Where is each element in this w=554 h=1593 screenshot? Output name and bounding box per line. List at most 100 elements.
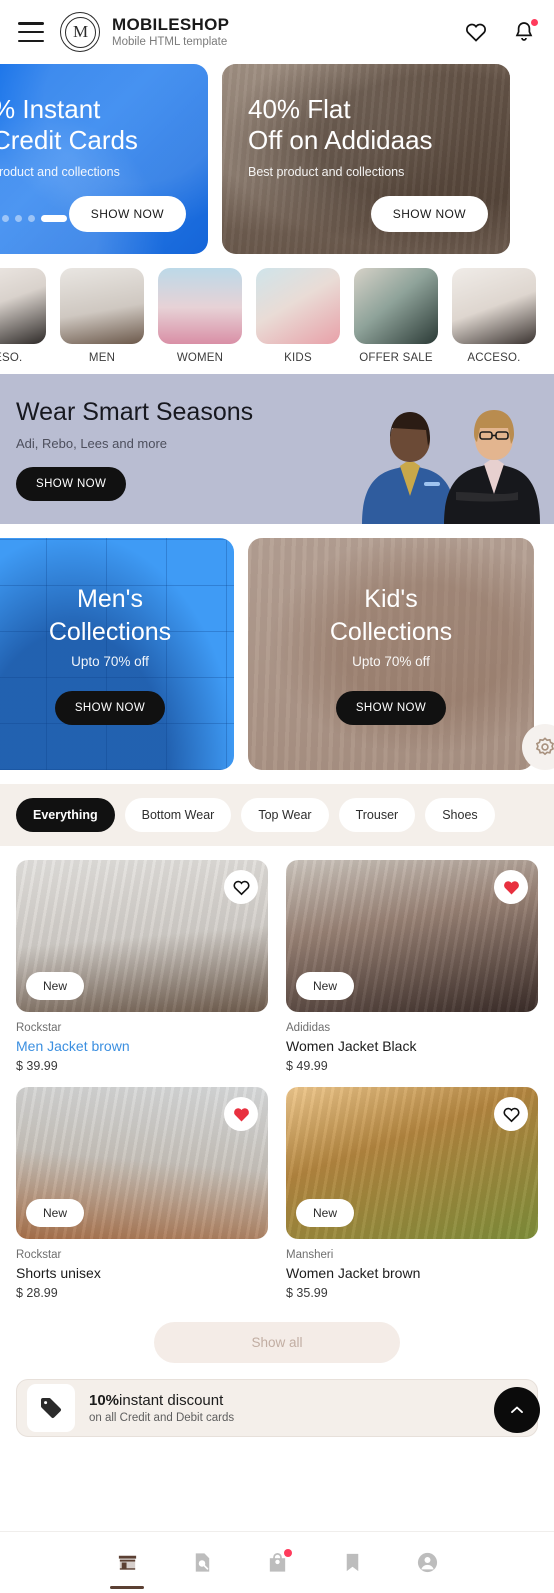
category-item-women[interactable]: WOMEN: [158, 268, 242, 364]
heart-icon[interactable]: [224, 870, 258, 904]
collection-card-kids[interactable]: Kid's Collections Upto 70% off SHOW NOW: [248, 538, 534, 770]
category-item-acceso-left[interactable]: CESO.: [0, 268, 46, 364]
carousel-dots[interactable]: [2, 215, 67, 222]
product-image: New: [286, 1087, 538, 1239]
nav-item-account[interactable]: [416, 1551, 439, 1574]
bottom-navigation: [0, 1531, 554, 1593]
category-strip[interactable]: CESO. MEN WOMEN KIDS OFFER SALE ACCESO.: [0, 254, 554, 374]
nav-item-bookmark[interactable]: [341, 1551, 364, 1574]
category-label: KIDS: [284, 352, 312, 364]
filter-chip-everything[interactable]: Everything: [16, 798, 115, 832]
new-badge: New: [26, 1199, 85, 1227]
collection-show-now-button[interactable]: SHOW NOW: [335, 691, 447, 725]
hero-title-line1: 40% Flat: [248, 94, 351, 124]
nav-item-store[interactable]: [110, 1551, 144, 1589]
product-price: $ 39.99: [16, 1059, 58, 1073]
product-price: $ 28.99: [16, 1286, 58, 1300]
product-name[interactable]: Men Jacket brown: [16, 1038, 268, 1054]
product-grid: New Rockstar Men Jacket brown $ 39.99 Ne…: [0, 846, 554, 1300]
chevron-up-icon[interactable]: [494, 1387, 540, 1433]
product-card[interactable]: New Rockstar Shorts unisex $ 28.99: [16, 1087, 268, 1300]
nav-item-bag[interactable]: [266, 1549, 292, 1574]
collection-title-line2: Collections: [48, 617, 172, 646]
show-all-wrap: Show all: [0, 1300, 554, 1363]
product-card[interactable]: New Adididas Women Jacket Black $ 49.99: [286, 860, 538, 1073]
collection-title-line1: Men's: [77, 585, 143, 613]
category-item-men[interactable]: MEN: [60, 268, 144, 364]
category-thumbnail: [452, 268, 536, 344]
hamburger-menu-icon[interactable]: [18, 22, 44, 42]
collection-title-line1: Kid's: [364, 585, 418, 613]
product-brand: Mansheri: [286, 1249, 334, 1261]
category-item-offer-sale[interactable]: OFFER SALE: [354, 268, 438, 364]
search-doc-icon: [195, 1553, 209, 1572]
promo-wrap: 10%instant discount on all Credit and De…: [0, 1363, 554, 1437]
filter-chip-bottom-wear[interactable]: Bottom Wear: [124, 798, 232, 832]
notification-badge: [531, 19, 538, 26]
product-brand: Rockstar: [16, 1022, 62, 1034]
heart-icon[interactable]: [494, 1097, 528, 1131]
logo-icon: M: [60, 12, 100, 52]
collection-title-line2: Collections: [329, 617, 453, 646]
product-image: New: [286, 860, 538, 1012]
app-header: M MOBILESHOP Mobile HTML template: [0, 0, 554, 64]
product-name[interactable]: Women Jacket Black: [286, 1038, 538, 1054]
category-thumbnail: [354, 268, 438, 344]
show-all-button[interactable]: Show all: [154, 1322, 400, 1363]
hero-carousel[interactable]: % Instant Credit Cards product and colle…: [0, 64, 554, 254]
promo-subtitle: on all Credit and Debit cards: [89, 1412, 235, 1424]
nav-item-search[interactable]: [191, 1551, 214, 1574]
store-icon: [118, 1555, 136, 1570]
promo-title: 10%instant discount: [89, 1392, 234, 1409]
price-tag-icon: [27, 1384, 75, 1432]
collection-show-now-button[interactable]: SHOW NOW: [54, 691, 166, 725]
wear-smart-seasons-banner[interactable]: Wear Smart Seasons Adi, Rebo, Lees and m…: [0, 374, 554, 524]
carousel-dot-active[interactable]: [41, 215, 67, 222]
carousel-dot[interactable]: [2, 215, 9, 222]
page-title: MOBILESHOP: [112, 14, 230, 34]
category-item-acceso[interactable]: ACCESO.: [452, 268, 536, 364]
heart-icon[interactable]: [464, 20, 488, 44]
new-badge: New: [26, 972, 85, 1000]
category-thumbnail: [256, 268, 340, 344]
brand-block: MOBILESHOP Mobile HTML template: [112, 15, 229, 50]
bell-icon[interactable]: [512, 19, 538, 44]
hero-title-line1: % Instant: [0, 94, 101, 124]
hero-title-line2: Off on Addidaas: [248, 124, 433, 155]
hero-slide-addidaas[interactable]: 40% Flat Off on Addidaas Best product an…: [222, 64, 510, 254]
carousel-dot[interactable]: [15, 215, 22, 222]
collection-cards: Men's Collections Upto 70% off SHOW NOW …: [0, 524, 554, 784]
filter-chip-trouser[interactable]: Trouser: [338, 798, 416, 832]
banner-show-now-button[interactable]: SHOW NOW: [16, 466, 127, 501]
product-card[interactable]: New Rockstar Men Jacket brown $ 39.99: [16, 860, 268, 1073]
product-price: $ 49.99: [286, 1059, 328, 1073]
hero-subtitle: product and collections: [0, 165, 120, 180]
hero-show-now-button[interactable]: SHOW NOW: [68, 196, 186, 232]
heart-icon-filled[interactable]: [494, 870, 528, 904]
hero-subtitle: Best product and collections: [248, 165, 405, 180]
new-badge: New: [296, 1199, 355, 1227]
category-label: WOMEN: [176, 352, 224, 364]
carousel-dot[interactable]: [28, 215, 35, 222]
category-item-kids[interactable]: KIDS: [256, 268, 340, 364]
collection-card-mens[interactable]: Men's Collections Upto 70% off SHOW NOW: [0, 538, 234, 770]
filter-chip-shoes[interactable]: Shoes: [425, 798, 495, 832]
collection-subtitle: Upto 70% off: [352, 654, 430, 669]
product-brand: Rockstar: [16, 1249, 62, 1261]
product-image: New: [16, 860, 268, 1012]
product-card[interactable]: New Mansheri Women Jacket brown $ 35.99: [286, 1087, 538, 1300]
product-brand: Adididas: [286, 1022, 331, 1034]
product-price: $ 35.99: [286, 1286, 328, 1300]
promo-banner[interactable]: 10%instant discount on all Credit and De…: [16, 1379, 538, 1437]
collection-subtitle: Upto 70% off: [71, 654, 149, 669]
account-icon: [417, 1552, 437, 1573]
hero-slide-credit-cards[interactable]: % Instant Credit Cards product and colle…: [0, 64, 208, 254]
logo-monogram: M: [72, 22, 88, 41]
product-name[interactable]: Shorts unisex: [16, 1265, 268, 1281]
hero-show-now-button[interactable]: SHOW NOW: [370, 196, 488, 232]
product-name[interactable]: Women Jacket brown: [286, 1265, 538, 1281]
heart-icon-filled[interactable]: [224, 1097, 258, 1131]
filter-chips-bar: Everything Bottom Wear Top Wear Trouser …: [0, 784, 554, 846]
nav-badge-dot: [283, 1549, 292, 1557]
filter-chip-top-wear[interactable]: Top Wear: [241, 798, 329, 832]
